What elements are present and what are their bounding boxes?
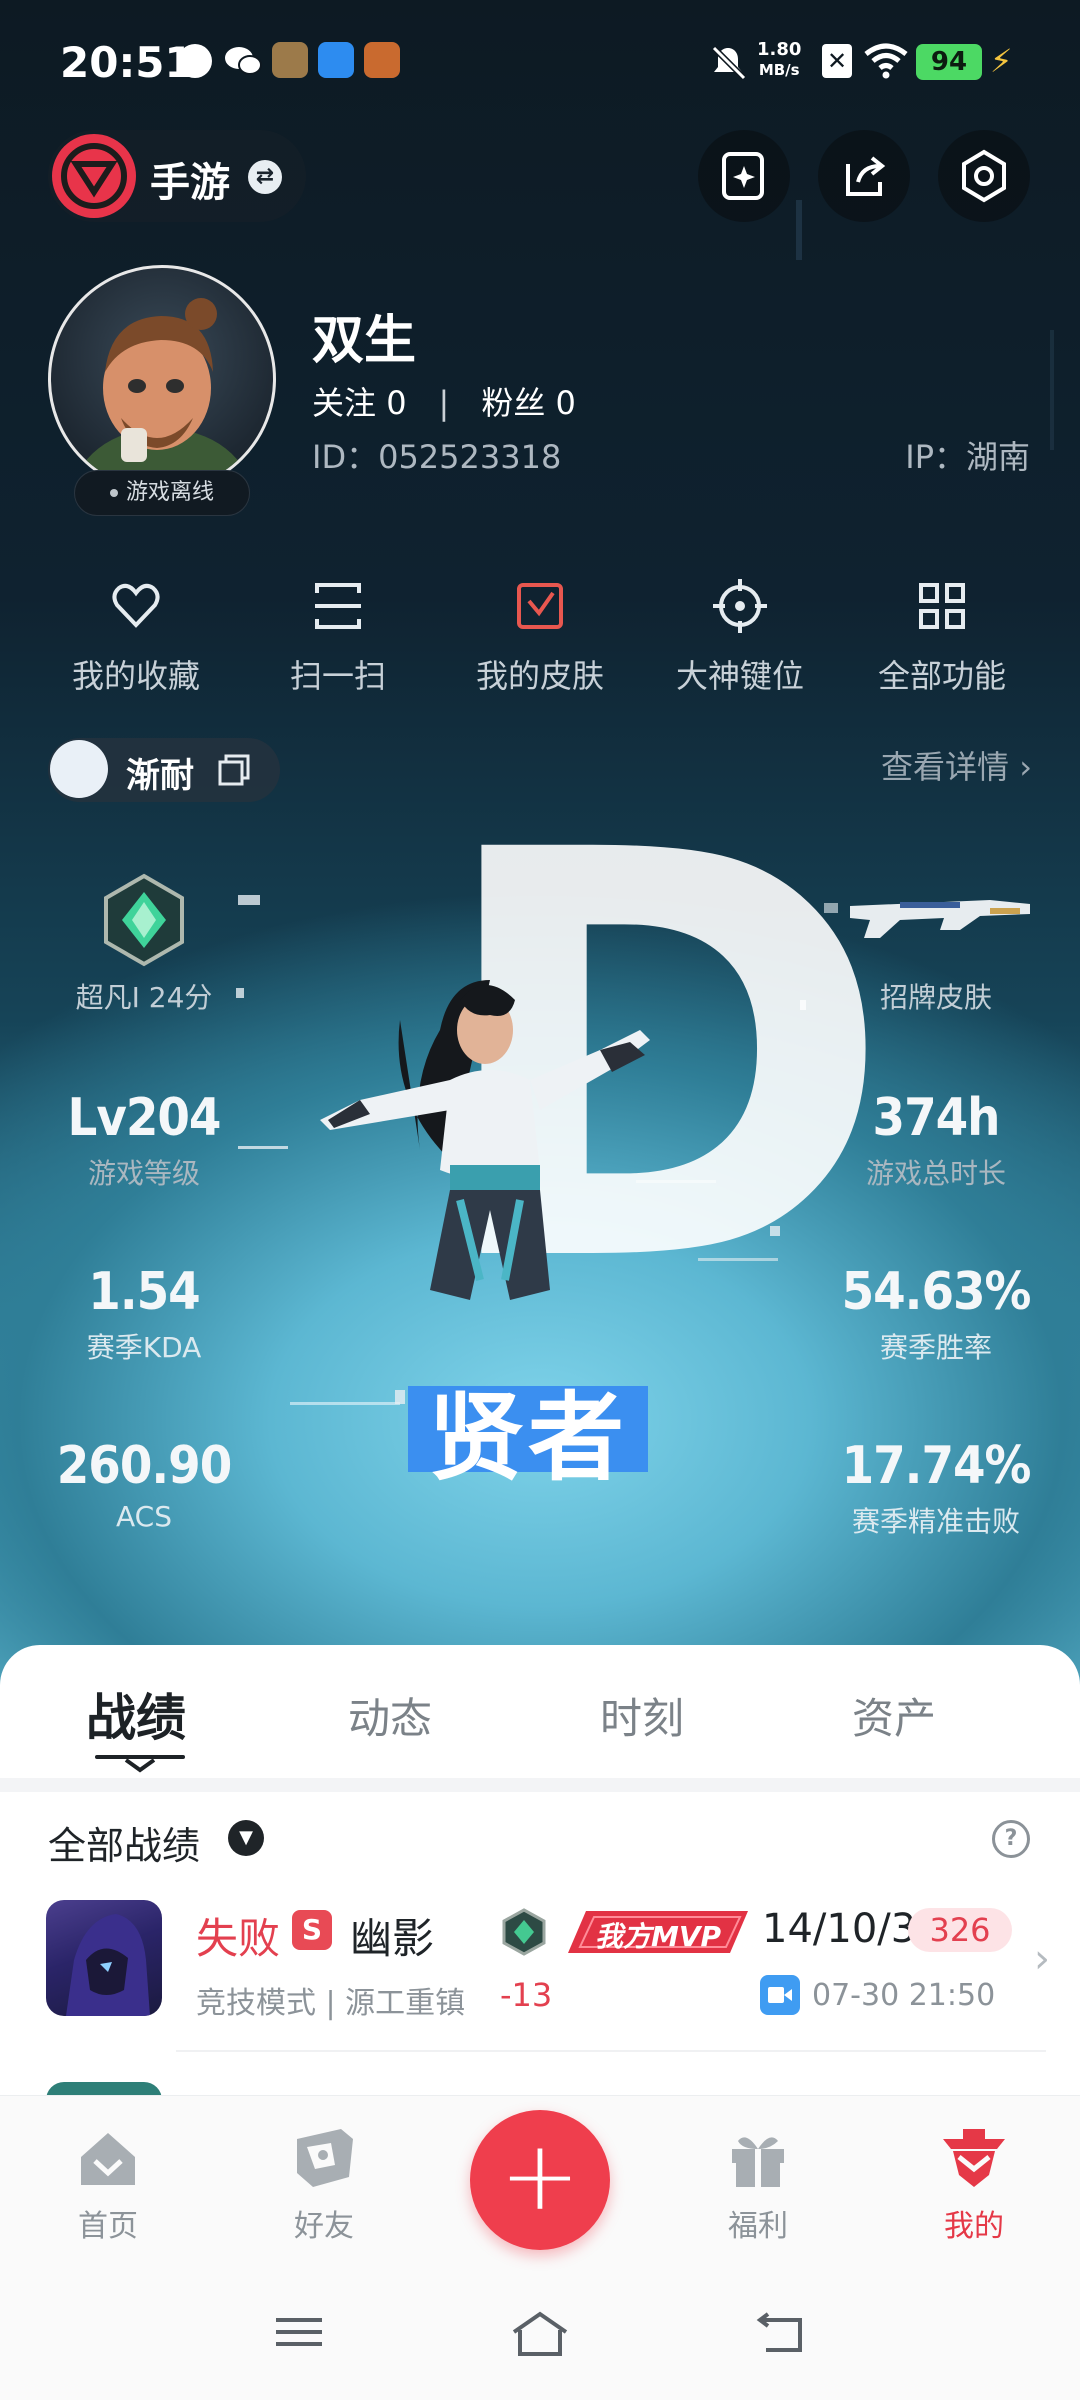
view-details-link[interactable]: 查看详情 › <box>881 742 1032 788</box>
battery-level: 94 <box>916 44 982 80</box>
game-status-badge: 游戏离线 <box>74 470 250 516</box>
globe-icon <box>178 44 212 78</box>
stat-precise-kill: 17.74% 赛季精准击败 <box>841 1436 1032 1538</box>
row-divider <box>176 2050 1046 2052</box>
match-datetime: 07-30 21:50 <box>812 1978 996 2013</box>
stat-acs: 260.90 ACS <box>56 1436 233 1533</box>
nav-friends[interactable]: 好友 <box>244 2125 404 2245</box>
game-app-icon-2 <box>364 42 400 78</box>
home-icon <box>81 2133 135 2185</box>
signature-skin-weapon <box>840 880 1040 954</box>
agent-thumbnail <box>46 1900 162 2016</box>
share-button[interactable] <box>818 130 910 222</box>
menu-pro-keybinds[interactable]: 大神键位 <box>640 575 840 697</box>
menu-scan[interactable]: 扫一扫 <box>238 575 438 697</box>
username: 双生 <box>312 311 417 371</box>
ip-location: IP：湖南 <box>905 438 1030 476</box>
match-mode: 竞技模式 | 源工重镇 <box>196 1986 466 2021</box>
fans-link[interactable]: 粉丝 0 <box>481 384 576 422</box>
chevron-right-icon[interactable]: › <box>1034 1936 1050 1982</box>
status-time: 20:51 <box>60 38 194 87</box>
section-divider <box>0 1778 1080 1792</box>
agent-name: 幽影 <box>350 1914 435 1963</box>
close-sim-icon: ✕ <box>822 44 852 78</box>
back-icon <box>756 2312 802 2352</box>
stat-level: Lv204 游戏等级 <box>67 1088 222 1190</box>
scan-icon <box>315 583 361 629</box>
stat-rank[interactable]: 超凡I 24分 <box>14 976 274 1016</box>
nav-benefits[interactable]: 福利 <box>678 2125 838 2245</box>
stat-signature-skin[interactable]: 招牌皮肤 <box>806 976 1066 1016</box>
home-outline-icon <box>512 2311 568 2356</box>
tab-activity[interactable]: 动态 <box>348 1685 432 1746</box>
mute-bell-icon <box>708 42 748 86</box>
current-game-label: 手游 <box>150 160 230 206</box>
gift-icon <box>732 2137 784 2187</box>
settings-button[interactable] <box>938 130 1030 222</box>
tab-records[interactable]: 战绩 <box>86 1678 186 1750</box>
menu-my-skins[interactable]: 我的皮肤 <box>440 575 640 697</box>
role-avatar <box>50 740 108 798</box>
stat-win-rate: 54.63% 赛季胜率 <box>841 1262 1032 1364</box>
grade-badge: S <box>292 1910 332 1950</box>
skin-icon <box>517 583 563 629</box>
system-back-button[interactable] <box>752 2310 808 2362</box>
match-score: 326 <box>908 1908 1012 1952</box>
grid-icon <box>919 583 965 629</box>
stat-play-time: 374h 游戏总时长 <box>865 1088 1006 1190</box>
nav-home[interactable]: 首页 <box>28 2125 188 2245</box>
app-logo-icon <box>52 134 136 218</box>
follow-stats: 关注 0 | 粉丝 0 <box>312 384 576 422</box>
records-filter[interactable]: 全部战绩 <box>48 1815 200 1870</box>
user-id: ID：052523318 <box>312 438 562 476</box>
following-link[interactable]: 关注 0 <box>312 384 407 422</box>
heart-icon <box>112 583 160 628</box>
swap-icon[interactable]: ⇄ <box>248 160 282 194</box>
menu-all-features[interactable]: 全部功能 <box>842 575 1042 697</box>
system-menu-button[interactable] <box>272 2310 326 2358</box>
friends-icon <box>297 2129 353 2187</box>
ai-card-button[interactable] <box>698 130 790 222</box>
system-home-button[interactable] <box>510 2310 570 2362</box>
help-icon[interactable]: ? <box>992 1820 1030 1858</box>
role-name: 渐耐 <box>126 756 194 796</box>
match-kda: 14/10/3 <box>762 1906 917 1952</box>
charging-icon: ⚡ <box>990 42 1013 80</box>
profile-mascot-icon <box>943 2129 1005 2187</box>
chevron-down-icon[interactable]: ▼ <box>228 1820 264 1856</box>
net-speed: 1.80 MB/s <box>757 39 802 80</box>
menu-favorites[interactable]: 我的收藏 <box>36 575 236 697</box>
rank-title-badge: 贤者 <box>408 1360 648 1494</box>
rank-emblem-icon <box>96 872 192 972</box>
tab-indicator-chevron-icon <box>122 1758 158 1778</box>
wifi-icon <box>862 40 910 84</box>
avatar[interactable] <box>48 265 276 493</box>
video-replay-icon[interactable] <box>760 1975 800 2015</box>
game-app-icon-1 <box>272 42 308 78</box>
tab-assets[interactable]: 资产 <box>852 1685 936 1746</box>
crosshair-icon <box>713 579 767 633</box>
nav-me[interactable]: 我的 <box>894 2125 1054 2245</box>
message-app-icon <box>318 42 354 78</box>
copy-icon[interactable] <box>216 752 252 792</box>
stat-kda: 1.54 赛季KDA <box>86 1262 202 1364</box>
tab-moments[interactable]: 时刻 <box>600 1685 684 1746</box>
menu-icon <box>276 2318 322 2346</box>
mvp-badge: 我方MVP <box>568 1905 748 1959</box>
character-illustration <box>300 960 680 1334</box>
create-post-button[interactable]: + <box>470 2110 610 2250</box>
rank-point-change: -13 <box>500 1976 553 2014</box>
wechat-icon <box>224 44 262 78</box>
match-result: 失败 <box>196 1914 281 1963</box>
match-rank-icon <box>500 1908 548 1960</box>
